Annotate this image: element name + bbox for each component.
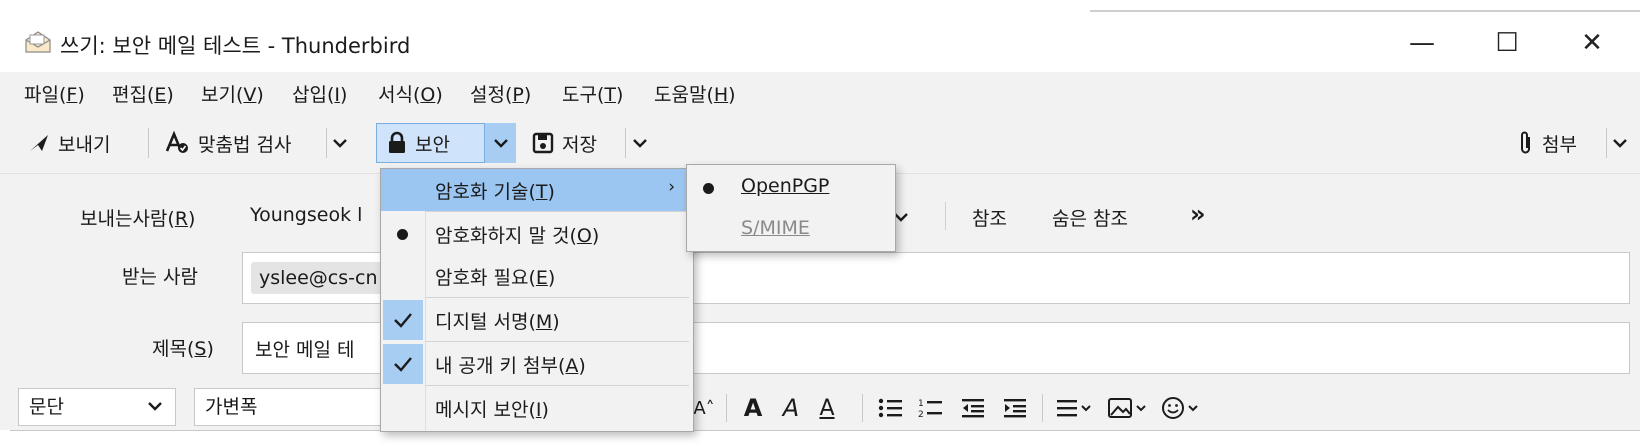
italic-icon[interactable]: A bbox=[778, 392, 804, 424]
menu-insert[interactable]: 삽입(I) bbox=[292, 80, 347, 107]
format-separator bbox=[726, 394, 727, 422]
format-separator bbox=[1042, 394, 1043, 422]
font-family-value: 가변폭 bbox=[205, 396, 258, 418]
menu-item-openpgp[interactable]: OpenPGP bbox=[687, 167, 895, 209]
format-toolbar: 문단 가변폭 A˄ A A A 12 bbox=[0, 384, 1640, 430]
menu-separator bbox=[425, 211, 689, 212]
toolbar-separator bbox=[326, 128, 327, 158]
from-label: 보내는사람(R) bbox=[80, 208, 196, 230]
checkmark-icon bbox=[383, 344, 423, 384]
save-label: 저장 bbox=[562, 133, 597, 156]
subject-label: 제목(S) bbox=[152, 338, 214, 360]
bold-icon[interactable]: A bbox=[740, 392, 766, 424]
send-label: 보내기 bbox=[58, 133, 111, 156]
more-recipients-button[interactable]: » bbox=[1190, 200, 1206, 228]
spell-dropdown-button[interactable] bbox=[332, 124, 356, 162]
chevron-down-icon bbox=[147, 389, 163, 425]
menu-file[interactable]: 파일(F) bbox=[24, 80, 85, 107]
send-icon bbox=[30, 135, 48, 151]
chevron-down-icon bbox=[333, 139, 347, 148]
attach-button[interactable]: 첨부 bbox=[1518, 124, 1577, 162]
checkmark-icon bbox=[383, 300, 423, 340]
attach-dropdown-button[interactable] bbox=[1612, 124, 1636, 162]
spell-check-label: 맞춤법 검사 bbox=[198, 133, 292, 156]
menu-format[interactable]: 서식(O) bbox=[378, 80, 443, 107]
menu-help[interactable]: 도움말(H) bbox=[654, 80, 736, 107]
paragraph-format-select[interactable]: 문단 bbox=[18, 388, 176, 426]
save-icon bbox=[532, 132, 554, 154]
security-label: 보안 bbox=[415, 133, 450, 156]
menu-item-message-security[interactable]: 메시지 보안(I) bbox=[381, 387, 693, 429]
insert-image-icon[interactable] bbox=[1106, 392, 1152, 424]
menu-separator bbox=[425, 297, 689, 298]
chevron-down-icon bbox=[1613, 139, 1627, 148]
radio-selected-icon bbox=[397, 229, 408, 240]
chevron-right-icon: › bbox=[668, 177, 675, 197]
menu-tools[interactable]: 도구(T) bbox=[562, 80, 623, 107]
save-button[interactable]: 저장 bbox=[532, 124, 597, 162]
radio-selected-icon bbox=[703, 183, 714, 194]
window-title: 쓰기: 보안 메일 테스트 - Thunderbird bbox=[60, 34, 411, 58]
toolbar-separator bbox=[1606, 128, 1607, 158]
save-dropdown-button[interactable] bbox=[632, 124, 656, 162]
toolbar-separator bbox=[625, 128, 626, 158]
menu-separator bbox=[425, 385, 689, 386]
menu-item-encryption-technology[interactable]: 암호화 기술(T) › bbox=[381, 169, 693, 211]
subject-input-text: 보안 메일 테 bbox=[255, 339, 355, 361]
svg-text:1: 1 bbox=[918, 399, 924, 409]
security-dropdown-button[interactable] bbox=[484, 123, 516, 163]
underline-icon[interactable]: A bbox=[814, 392, 840, 424]
compose-envelope-icon bbox=[25, 31, 51, 53]
numbered-list-icon[interactable]: 12 bbox=[916, 392, 946, 424]
spell-check-button[interactable]: 맞춤법 검사 bbox=[164, 124, 291, 162]
toolbar-separator bbox=[148, 128, 149, 158]
maximize-button[interactable]: ☐ bbox=[1475, 14, 1539, 72]
from-identity-select[interactable]: Youngseok l bbox=[250, 204, 362, 226]
to-label: 받는 사람 bbox=[122, 266, 198, 288]
message-body[interactable] bbox=[0, 431, 1640, 448]
menu-item-smime: S/MIME bbox=[741, 217, 810, 239]
send-button[interactable]: 보내기 bbox=[28, 124, 110, 162]
attach-label: 첨부 bbox=[1542, 133, 1577, 156]
chevron-down-icon bbox=[633, 139, 647, 148]
paperclip-icon bbox=[1521, 131, 1530, 154]
paragraph-format-value: 문단 bbox=[29, 396, 64, 418]
menu-item-require-encryption[interactable]: 암호화 필요(E) bbox=[381, 255, 693, 297]
header-separator bbox=[945, 202, 946, 230]
chevron-down-icon bbox=[493, 139, 508, 148]
bcc-button[interactable]: 숨은 참조 bbox=[1052, 204, 1128, 231]
menu-item-do-not-encrypt[interactable]: 암호화하지 말 것(O) bbox=[381, 213, 693, 255]
indent-icon[interactable] bbox=[1000, 392, 1030, 424]
minimize-button[interactable]: — bbox=[1390, 14, 1454, 72]
security-menu: 암호화 기술(T) › 암호화하지 말 것(O) 암호화 필요(E) 디지털 서… bbox=[380, 168, 694, 432]
recipient-pill[interactable]: yslee@cs-cn bbox=[251, 262, 391, 294]
font-family-select[interactable]: 가변폭 bbox=[194, 388, 384, 426]
menu-view[interactable]: 보기(V) bbox=[201, 80, 264, 107]
menu-separator bbox=[425, 341, 689, 342]
menu-options[interactable]: 설정(P) bbox=[470, 80, 531, 107]
spell-check-icon bbox=[165, 131, 188, 153]
top-divider bbox=[1090, 10, 1640, 12]
format-separator bbox=[862, 394, 863, 422]
align-dropdown-icon[interactable] bbox=[1054, 392, 1096, 424]
emoji-icon[interactable] bbox=[1160, 392, 1206, 424]
close-button[interactable]: ✕ bbox=[1560, 14, 1624, 72]
outdent-icon[interactable] bbox=[958, 392, 988, 424]
font-size-increase-icon[interactable]: A˄ bbox=[693, 392, 714, 424]
menu-item-attach-public-key[interactable]: 내 공개 키 첨부(A) bbox=[381, 343, 693, 385]
lock-icon bbox=[389, 131, 405, 153]
bullet-list-icon[interactable] bbox=[876, 392, 906, 424]
menu-item-digital-signature[interactable]: 디지털 서명(M) bbox=[381, 299, 693, 341]
menu-edit[interactable]: 편집(E) bbox=[112, 80, 174, 107]
cc-button[interactable]: 참조 bbox=[972, 204, 1007, 231]
svg-text:2: 2 bbox=[918, 410, 924, 419]
menu-bar: 파일(F) 편집(E) 보기(V) 삽입(I) 서식(O) 설정(P) 도구(T… bbox=[0, 72, 1640, 112]
encryption-technology-submenu: OpenPGP S/MIME bbox=[686, 164, 896, 252]
